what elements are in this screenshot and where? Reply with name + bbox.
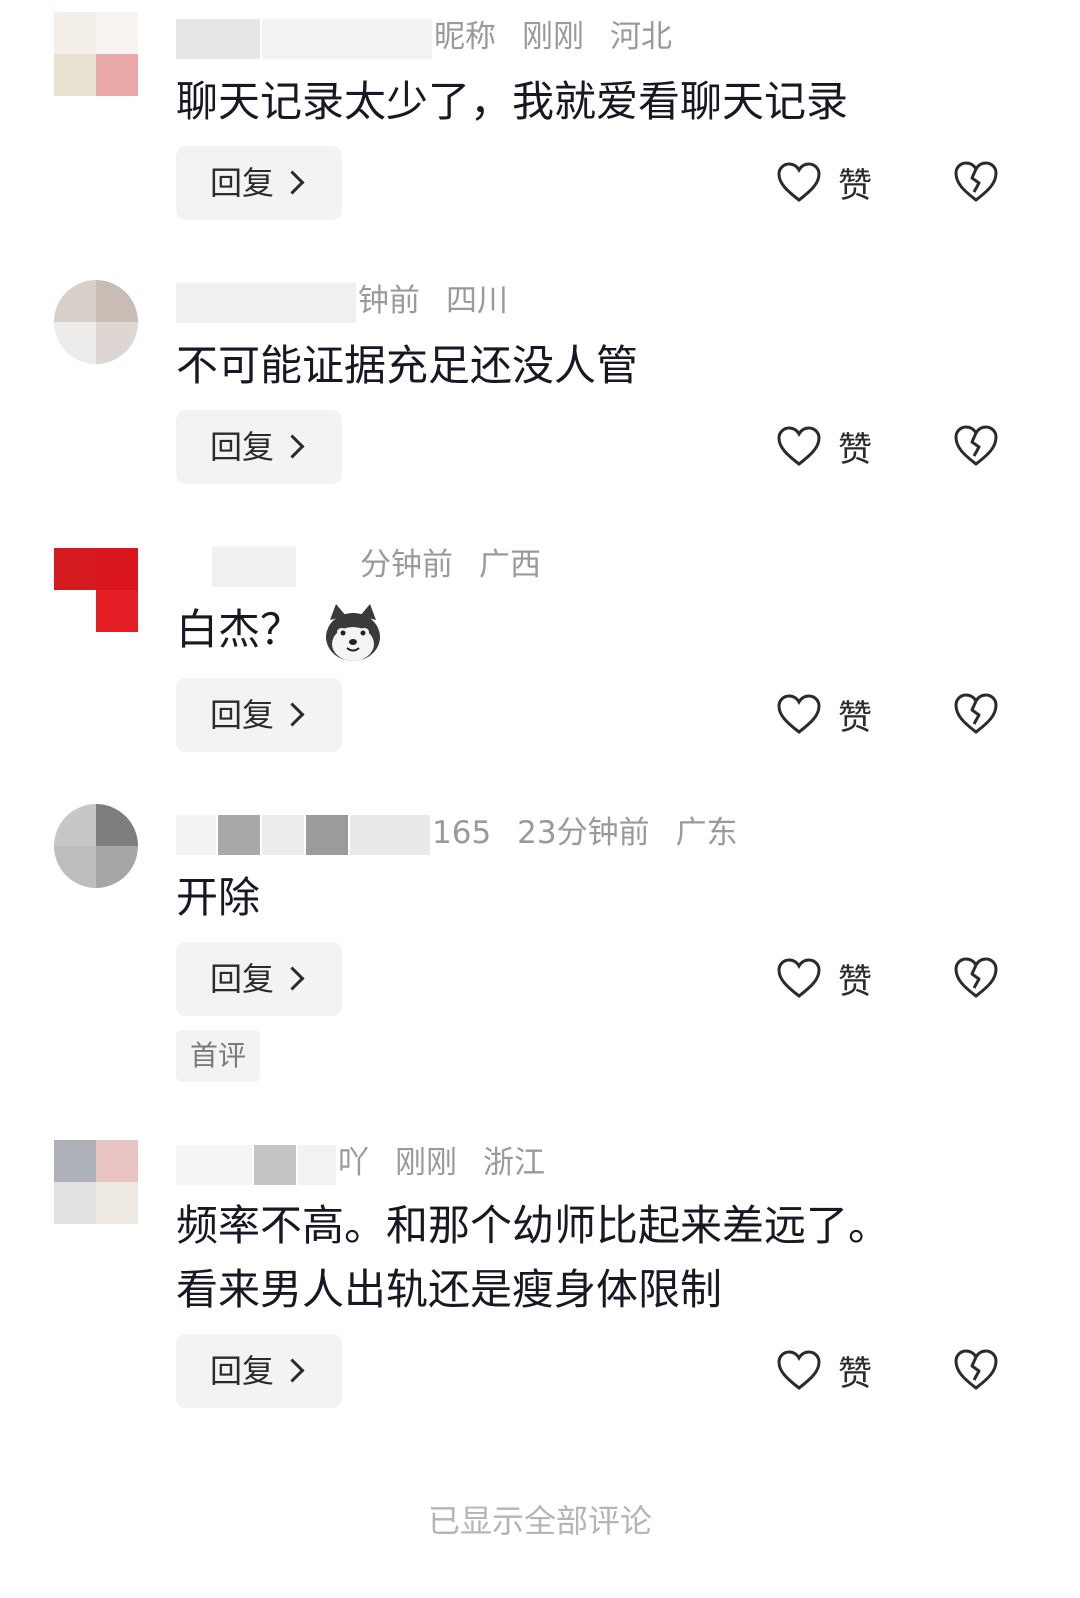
comment-text-line: 看来男人出轨还是瘦身体限制 xyxy=(176,1265,723,1314)
like-label: 赞 xyxy=(838,697,872,738)
heart-outline-icon xyxy=(777,426,821,466)
reply-button[interactable]: 回复 xyxy=(176,146,342,220)
chevron-right-icon xyxy=(280,1357,305,1383)
broken-heart-icon[interactable] xyxy=(952,422,1000,470)
comment-meta: 吖刚刚 浙江 xyxy=(176,1140,545,1186)
comment-location: 广西 xyxy=(479,547,541,583)
username-mask xyxy=(350,814,430,855)
chevron-right-icon xyxy=(280,701,305,727)
comment-time: 钟前 xyxy=(358,283,420,319)
comment-time: 刚刚 xyxy=(522,19,584,55)
comment-meta: 昵称 刚刚 河北 xyxy=(176,14,672,60)
username-mask xyxy=(176,1144,252,1185)
reply-label: 回复 xyxy=(210,696,275,734)
like-button[interactable]: 赞 xyxy=(776,1340,872,1400)
reply-button[interactable]: 回复 xyxy=(176,410,342,484)
first-comment-tag: 首评 xyxy=(176,1030,260,1082)
reply-button[interactable]: 回复 xyxy=(176,678,342,752)
username-mask xyxy=(298,546,358,587)
comment-location: 广东 xyxy=(675,815,738,851)
reply-button[interactable]: 回复 xyxy=(176,1334,342,1408)
like-button[interactable]: 赞 xyxy=(776,152,872,212)
username-mask xyxy=(298,1144,336,1185)
like-button[interactable]: 赞 xyxy=(776,684,872,744)
reply-label: 回复 xyxy=(210,164,275,202)
like-label: 赞 xyxy=(838,1353,872,1394)
reply-label: 回复 xyxy=(210,1352,275,1390)
username[interactable]: 吖 xyxy=(338,1145,369,1181)
chevron-right-icon xyxy=(280,433,305,459)
like-label: 赞 xyxy=(838,429,872,470)
heart-outline-icon xyxy=(777,958,821,998)
comment-meta: 分钟前 广西 xyxy=(176,542,541,588)
broken-heart-icon[interactable] xyxy=(952,158,1000,206)
avatar[interactable] xyxy=(54,280,138,364)
username-mask xyxy=(176,282,356,323)
like-button[interactable]: 赞 xyxy=(776,948,872,1008)
heart-outline-icon xyxy=(777,1350,821,1390)
comment-text-line: 开除 xyxy=(176,873,261,922)
username-mask xyxy=(306,814,348,855)
comment-text-line: 频率不高。和那个幼师比起来差远了。 xyxy=(176,1201,891,1250)
comment-time: 分钟前 xyxy=(360,547,453,583)
username-mask xyxy=(262,814,304,855)
avatar[interactable] xyxy=(54,1140,138,1224)
heart-outline-icon xyxy=(777,694,821,734)
chevron-right-icon xyxy=(280,169,305,195)
username-mask xyxy=(262,18,432,59)
chevron-right-icon xyxy=(280,965,305,991)
comment-time: 23分钟前 xyxy=(517,815,650,851)
comment-text: 开除 xyxy=(176,866,260,930)
avatar[interactable] xyxy=(54,548,138,632)
username-mask xyxy=(176,546,210,587)
reply-label: 回复 xyxy=(210,960,275,998)
comment-location: 河北 xyxy=(610,19,672,55)
username[interactable]: 昵称 xyxy=(434,19,496,55)
comment-meta: 钟前 四川 xyxy=(176,278,508,324)
comment-location: 四川 xyxy=(446,283,508,319)
username[interactable]: 165 xyxy=(432,815,491,851)
username-mask xyxy=(176,18,260,59)
username-mask xyxy=(218,814,260,855)
avatar[interactable] xyxy=(54,12,138,96)
broken-heart-icon[interactable] xyxy=(952,690,1000,738)
username-mask xyxy=(254,1144,296,1185)
comment-text: 频率不高。和那个幼师比起来差远了。 看来男人出轨还是瘦身体限制 xyxy=(176,1194,890,1322)
username-mask xyxy=(212,546,296,587)
username-mask xyxy=(176,814,216,855)
all-comments-shown-footer: 已显示全部评论 xyxy=(427,1502,652,1540)
like-label: 赞 xyxy=(838,165,872,206)
broken-heart-icon[interactable] xyxy=(952,1346,1000,1394)
like-button[interactable]: 赞 xyxy=(776,416,872,476)
comment-text: 不可能证据充足还没人管 xyxy=(176,334,638,398)
avatar[interactable] xyxy=(54,804,138,888)
reply-label: 回复 xyxy=(210,428,275,466)
like-label: 赞 xyxy=(838,961,872,1002)
comment-text: 白杰？ xyxy=(176,598,384,664)
reply-button[interactable]: 回复 xyxy=(176,942,342,1016)
comment-text-line: 不可能证据充足还没人管 xyxy=(176,341,639,390)
comment-meta: 165 23分钟前 广东 xyxy=(176,810,738,856)
comment-text-line: 聊天记录太少了，我就爱看聊天记录 xyxy=(176,77,849,126)
comment-time: 刚刚 xyxy=(395,1145,457,1181)
broken-heart-icon[interactable] xyxy=(952,954,1000,1002)
comment-text-line: 白杰？ xyxy=(176,598,384,664)
husky-emoji-icon xyxy=(326,603,381,661)
comment-text: 聊天记录太少了，我就爱看聊天记录 xyxy=(176,70,848,134)
heart-outline-icon xyxy=(777,162,821,202)
comment-location: 浙江 xyxy=(483,1145,545,1181)
